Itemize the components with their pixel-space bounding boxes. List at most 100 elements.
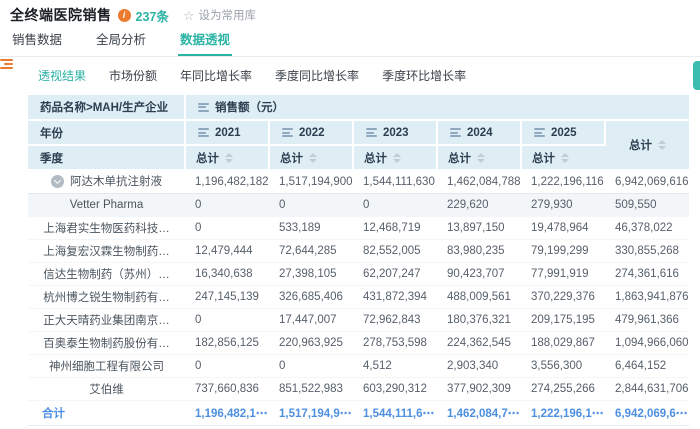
pivot-settings-icon[interactable] [0, 59, 13, 72]
value-cell: 0 [185, 354, 269, 377]
subtab-yoy-growth[interactable]: 年同比增长率 [180, 67, 252, 84]
company-name-cell: Vetter Pharma [28, 193, 185, 216]
value-cell: 72,644,285 [269, 239, 353, 262]
value-cell: 19,478,964 [521, 216, 605, 239]
table-row[interactable]: 正大天晴药业集团南京…017,447,00772,962,843180,376,… [28, 308, 689, 331]
table-row[interactable]: 艾伯维737,660,836851,522,983603,290,312377,… [28, 377, 689, 400]
subtotal-label: 总计 [532, 150, 555, 166]
value-cell: 1,222,196,116 [521, 170, 605, 193]
year-list-icon [450, 128, 461, 137]
value-cell: 1,517,194,900 [269, 170, 353, 193]
value-cell: 278,753,598 [353, 331, 437, 354]
year-header-2025[interactable]: 2025 [521, 120, 605, 145]
table-row[interactable]: 百奥泰生物制药股份有…182,856,125220,963,925278,753… [28, 331, 689, 354]
table-row[interactable]: 上海君实生物医药科技…0533,18912,468,71913,897,1501… [28, 216, 689, 239]
subtotal-label: 总计 [196, 150, 219, 166]
row-name-label: 艾伯维 [89, 381, 124, 397]
measure-list-icon [198, 103, 209, 112]
value-cell: 220,963,925 [269, 331, 353, 354]
value-cell: 326,685,406 [269, 285, 353, 308]
footer-value-cell: 1,222,196,1⋯ [521, 400, 605, 425]
subtotal-header-2021[interactable]: 总计 [185, 145, 269, 170]
pivot-subtab-row: 透视结果 市场份额 年同比增长率 季度同比增长率 季度环比增长率 [38, 64, 700, 86]
row-name-label: 阿达木单抗注射液 [70, 173, 162, 189]
sort-icon[interactable] [658, 140, 666, 150]
subtotal-header-2024[interactable]: 总计 [437, 145, 521, 170]
year-header-2023[interactable]: 2023 [353, 120, 437, 145]
tab-global-analysis[interactable]: 全局分析 [94, 29, 148, 56]
value-cell: 62,207,247 [353, 262, 437, 285]
value-cell: 209,175,195 [521, 308, 605, 331]
company-name-cell: 百奥泰生物制药股份有… [28, 331, 185, 354]
quarter-row-label: 季度 [28, 145, 185, 170]
sort-icon[interactable] [561, 153, 569, 163]
year-header-2024[interactable]: 2024 [437, 120, 521, 145]
value-cell: 6,942,069,616 [605, 170, 689, 193]
drug-name-cell: 阿达木单抗注射液 [28, 170, 185, 193]
value-cell: 279,930 [521, 193, 605, 216]
value-cell: 188,029,867 [521, 331, 605, 354]
tab-data-pivot[interactable]: 数据透视 [178, 29, 232, 56]
set-favorite-button[interactable]: ☆ 设为常用库 [183, 7, 256, 23]
grand-total-label: 总计 [629, 137, 652, 153]
sort-icon[interactable] [477, 153, 485, 163]
company-name-cell: 上海君实生物医药科技… [28, 216, 185, 239]
table-row[interactable]: 上海复宏汉霖生物制药…12,479,44472,644,28582,552,00… [28, 239, 689, 262]
value-cell: 533,189 [269, 216, 353, 239]
subtab-quarter-yoy-growth[interactable]: 季度同比增长率 [275, 67, 359, 84]
value-cell: 431,872,394 [353, 285, 437, 308]
value-cell: 90,423,707 [437, 262, 521, 285]
sort-icon[interactable] [225, 153, 233, 163]
footer-value-cell: 1,544,111,6⋯ [353, 400, 437, 425]
subtotal-header-2022[interactable]: 总计 [269, 145, 353, 170]
year-label: 2025 [551, 127, 577, 139]
company-name-cell: 艾伯维 [28, 377, 185, 400]
footer-value-cell: 1,517,194,9⋯ [269, 400, 353, 425]
header-row-quarter: 季度 总计 总计 总计 总计 [28, 145, 689, 170]
value-cell: 46,378,022 [605, 216, 689, 239]
row-name-label: 上海复宏汉霖生物制药… [43, 243, 170, 259]
subtotal-header-2023[interactable]: 总计 [353, 145, 437, 170]
row-name-label: 百奥泰生物制药股份有… [43, 335, 170, 351]
table-row[interactable]: 信达生物制药（苏州）…16,340,63827,398,10562,207,24… [28, 262, 689, 285]
value-cell: 1,094,966,060 [605, 331, 689, 354]
value-cell: 3,556,300 [521, 354, 605, 377]
footer-row: 合计 1,196,482,1⋯ 1,517,194,9⋯ 1,544,111,6… [28, 400, 689, 425]
table-row[interactable]: 杭州博之锐生物制药有…247,145,139326,685,406431,872… [28, 285, 689, 308]
subtab-market-share[interactable]: 市场份额 [109, 67, 157, 84]
value-cell: 1,863,941,876 [605, 285, 689, 308]
subtab-quarter-qoq-growth[interactable]: 季度环比增长率 [382, 67, 466, 84]
measure-header-label: 销售额（元） [215, 99, 284, 115]
subtotal-header-2025[interactable]: 总计 [521, 145, 605, 170]
value-cell: 0 [185, 308, 269, 331]
table-row[interactable]: 阿达木单抗注射液1,196,482,1821,517,194,9001,544,… [28, 170, 689, 193]
grand-total-header[interactable]: 总计 [605, 120, 689, 170]
year-header-2021[interactable]: 2021 [185, 120, 269, 145]
star-icon: ☆ [183, 9, 195, 22]
value-cell: 13,897,150 [437, 216, 521, 239]
tab-sales-data[interactable]: 销售数据 [10, 29, 64, 56]
year-header-2022[interactable]: 2022 [269, 120, 353, 145]
subtotal-label: 总计 [364, 150, 387, 166]
value-cell: 16,340,638 [185, 262, 269, 285]
page-title: 全终端医院销售 [10, 5, 112, 25]
table-row[interactable]: Vetter Pharma000229,620279,930509,550 [28, 193, 689, 216]
year-row-label: 年份 [28, 120, 185, 145]
table-body: 阿达木单抗注射液1,196,482,1821,517,194,9001,544,… [28, 170, 689, 400]
footer-total-label: 合计 [28, 400, 185, 425]
collapse-icon[interactable] [51, 175, 64, 188]
row-name-label: 上海君实生物医药科技… [43, 220, 170, 236]
table-row[interactable]: 神州细胞工程有限公司004,5122,903,3403,556,3006,464… [28, 354, 689, 377]
side-drawer-handle[interactable] [693, 61, 700, 90]
subtotal-label: 总计 [448, 150, 471, 166]
row-name-label: 杭州博之锐生物制药有… [43, 289, 170, 305]
measure-header-cell[interactable]: 销售额（元） [185, 95, 689, 120]
row-name-label: 正大天晴药业集团南京… [43, 312, 170, 328]
info-icon[interactable]: i [118, 9, 131, 22]
value-cell: 77,991,919 [521, 262, 605, 285]
pivot-content: 透视结果 市场份额 年同比增长率 季度同比增长率 季度环比增长率 药品名称>MA… [0, 57, 700, 426]
sort-icon[interactable] [309, 153, 317, 163]
subtab-pivot-result[interactable]: 透视结果 [38, 67, 86, 84]
value-cell: 737,660,836 [185, 377, 269, 400]
sort-icon[interactable] [393, 153, 401, 163]
